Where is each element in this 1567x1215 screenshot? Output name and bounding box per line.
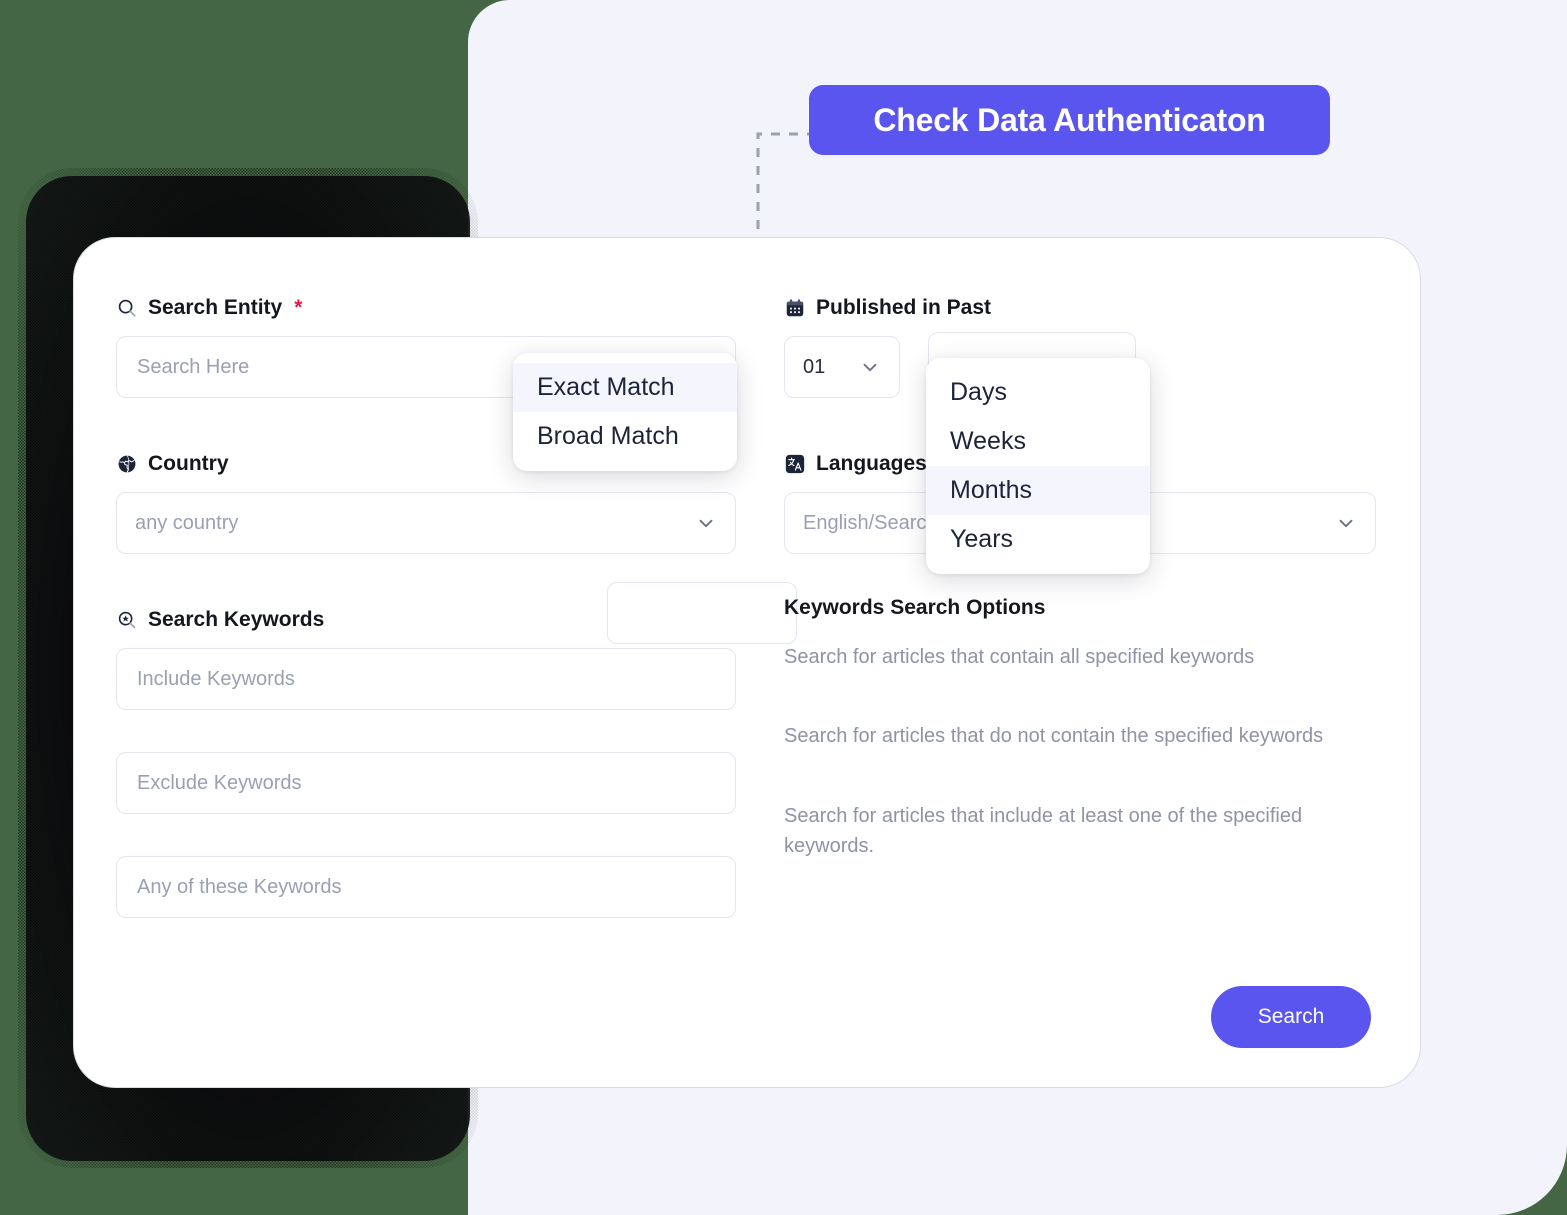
keyword-inputs-group: [116, 648, 736, 918]
translate-icon: [784, 453, 806, 475]
menu-item-days[interactable]: Days: [926, 368, 1150, 417]
required-asterisk: *: [294, 296, 303, 319]
any-of-these-keywords-input[interactable]: [116, 856, 736, 918]
search-entity-label: Search Entity *: [116, 296, 736, 320]
exclude-keywords-input[interactable]: [116, 752, 736, 814]
country-select[interactable]: any country: [116, 492, 736, 554]
search-submit-label: Search: [1257, 1005, 1325, 1028]
country-label-text: Country: [148, 452, 229, 475]
menu-item-exact-match[interactable]: Exact Match: [513, 363, 737, 412]
period-count-value: 01: [803, 355, 826, 378]
menu-item-years[interactable]: Years: [926, 515, 1150, 564]
keywords-search-options-title: Keywords Search Options: [784, 596, 1046, 619]
check-data-authentication-button[interactable]: Check Data Authenticaton: [809, 85, 1330, 155]
chevron-down-icon: [1335, 512, 1357, 534]
languages-label-text: Languages: [816, 452, 927, 475]
search-keywords-label-text: Search Keywords: [148, 608, 325, 631]
menu-item-months[interactable]: Months: [926, 466, 1150, 515]
chevron-down-icon: [859, 356, 881, 378]
keyword-search-icon: [116, 609, 138, 631]
match-type-dropdown-menu[interactable]: Exact Match Broad Match: [513, 353, 737, 471]
keywords-option-description-2: Search for articles that do not contain …: [784, 725, 1324, 748]
globe-icon: [116, 453, 138, 475]
keywords-option-description-1: Search for articles that contain all spe…: [784, 646, 1255, 668]
country-select-value: any country: [135, 511, 239, 534]
menu-item-broad-match[interactable]: Broad Match: [513, 412, 737, 461]
published-in-past-label: Published in Past: [784, 296, 1384, 320]
published-in-past-label-text: Published in Past: [816, 296, 992, 319]
advanced-search-card: Search Entity * Country any country: [73, 237, 1421, 1088]
period-count-select[interactable]: 01: [784, 336, 900, 398]
include-keywords-input[interactable]: [116, 648, 736, 710]
search-entity-label-text: Search Entity: [148, 296, 283, 319]
match-type-select-box[interactable]: [607, 582, 797, 644]
match-type-select[interactable]: [607, 582, 797, 644]
search-icon: [116, 297, 138, 319]
time-period-dropdown-menu[interactable]: Days Weeks Months Years: [926, 358, 1150, 574]
keywords-option-description-3: Search for articles that include at leas…: [784, 804, 1303, 858]
menu-item-weeks[interactable]: Weeks: [926, 417, 1150, 466]
cta-label: Check Data Authenticaton: [873, 101, 1266, 138]
search-submit-button[interactable]: Search: [1211, 986, 1371, 1048]
calendar-icon: [784, 297, 806, 319]
chevron-down-icon: [695, 512, 717, 534]
